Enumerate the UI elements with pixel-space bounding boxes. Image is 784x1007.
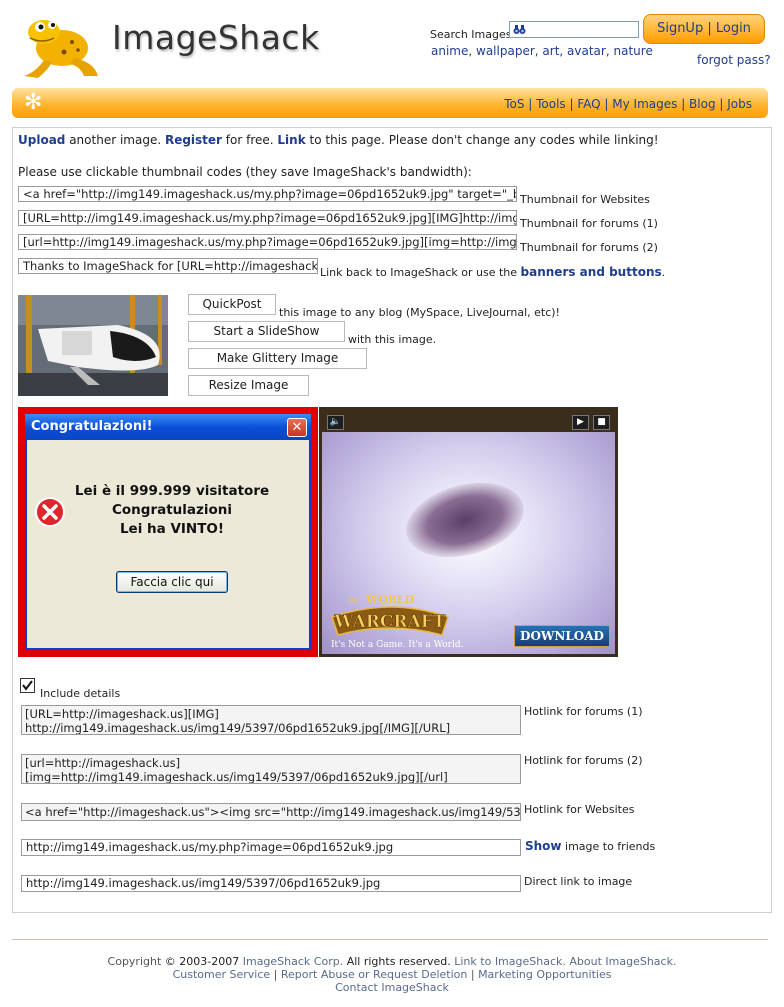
binoculars-icon xyxy=(513,25,526,34)
thumb-code-forums1-label: Thumbnail for forums (1) xyxy=(520,217,658,230)
link-to-imageshack-link[interactable]: Link to ImageShack. xyxy=(454,955,566,968)
tag-art-link[interactable]: art xyxy=(542,44,559,58)
star-icon: ✻ xyxy=(24,90,43,115)
marketing-opportunities-link[interactable]: Marketing Opportunities xyxy=(478,968,611,981)
svg-text:OF: OF xyxy=(348,597,359,605)
space-shuttle-image xyxy=(18,295,168,396)
nav-my-images-link[interactable]: My Images xyxy=(612,97,677,111)
quickpost-text: this image to any blog (MySpace, LiveJou… xyxy=(279,306,560,319)
hotlink-websites-field[interactable]: <a href="http://imageshack.us"><img src=… xyxy=(21,803,521,821)
thumb-code-forums1-field[interactable]: [URL=http://img149.imageshack.us/my.php?… xyxy=(18,210,517,226)
include-details-checkbox[interactable] xyxy=(20,678,35,693)
hotlink-forums2-field[interactable]: [url=http://imageshack.us] [img=http://i… xyxy=(21,754,521,784)
signup-login-button[interactable]: SignUp | Login xyxy=(643,14,765,44)
nav-faq-link[interactable]: FAQ xyxy=(577,97,600,111)
slideshow-text: with this image. xyxy=(348,333,437,346)
glittery-image-button[interactable]: Make Glittery Image xyxy=(188,348,367,369)
thumb-code-forums2-label: Thumbnail for forums (2) xyxy=(520,241,658,254)
mute-icon[interactable]: 🔈 xyxy=(327,415,344,430)
svg-text:WORLD: WORLD xyxy=(365,593,415,606)
nav-tos-link[interactable]: ToS xyxy=(504,97,524,111)
hotlink-websites-label: Hotlink for Websites xyxy=(524,803,635,816)
include-details-label: Include details xyxy=(40,687,121,700)
show-link-field[interactable]: http://img149.imageshack.us/my.php?image… xyxy=(21,839,521,856)
world-of-warcraft-logo: WORLD OF WARCRAFT xyxy=(331,593,449,636)
footer-divider xyxy=(12,939,768,940)
dialog-title: Congratulazioni! xyxy=(31,419,153,434)
forgot-password-link[interactable]: forgot pass? xyxy=(697,53,771,67)
thanks-code-field[interactable]: Thanks to ImageShack for [URL=http://ima… xyxy=(18,258,318,274)
brand-title[interactable]: ImageShack xyxy=(112,18,320,57)
thumbnail-instructions: Please use clickable thumbnail codes (th… xyxy=(18,165,472,179)
link-link[interactable]: Link xyxy=(277,133,305,147)
footer: Copyright © 2003-2007 ImageShack Corp. A… xyxy=(107,955,677,994)
intro-line: Upload another image. Register for free.… xyxy=(18,133,659,147)
hotlink-forums1-label: Hotlink for forums (1) xyxy=(524,705,643,718)
show-link[interactable]: Show xyxy=(525,839,562,853)
contact-imageshack-link[interactable]: Contact ImageShack xyxy=(335,981,449,994)
nav-jobs-link[interactable]: Jobs xyxy=(727,97,752,111)
banners-buttons-link[interactable]: banners and buttons xyxy=(521,265,662,279)
ad-download-button[interactable]: DOWNLOAD xyxy=(514,625,610,647)
about-imageshack-link[interactable]: About ImageShack. xyxy=(569,955,676,968)
stop-icon[interactable]: ■ xyxy=(593,415,610,430)
imageshack-corp-link[interactable]: ImageShack Corp. xyxy=(243,955,343,968)
nav-blog-link[interactable]: Blog xyxy=(689,97,716,111)
search-input[interactable] xyxy=(509,21,639,38)
dialog-close-icon[interactable]: ✕ xyxy=(287,418,307,437)
show-link-label: Show image to friends xyxy=(525,839,656,853)
customer-service-link[interactable]: Customer Service xyxy=(173,968,271,981)
hotlink-forums2-label: Hotlink for forums (2) xyxy=(524,754,643,767)
checkmark-icon xyxy=(22,680,33,691)
search-tag-links: anime, wallpaper, art, avatar, nature xyxy=(431,44,653,58)
dialog-message: Lei è il 999.999 visitatore Congratulazi… xyxy=(74,483,270,537)
ad-tagline: It's Not a Game. It's a World. xyxy=(331,640,464,650)
register-link[interactable]: Register xyxy=(165,133,222,147)
tag-anime-link[interactable]: anime xyxy=(431,44,468,58)
play-icon[interactable]: ▶ xyxy=(572,415,589,430)
resize-image-button[interactable]: Resize Image xyxy=(188,375,309,396)
search-label: Search Images: xyxy=(430,28,516,41)
nav-tools-link[interactable]: Tools xyxy=(536,97,566,111)
thumb-code-forums2-field[interactable]: [url=http://img149.imageshack.us/my.php?… xyxy=(18,234,517,250)
dialog-click-button[interactable]: Faccia clic qui xyxy=(116,571,228,593)
link-back-text: Link back to ImageShack or use the banne… xyxy=(320,265,666,279)
quickpost-button[interactable]: QuickPost xyxy=(188,294,276,315)
tag-wallpaper-link[interactable]: wallpaper xyxy=(476,44,535,58)
frog-logo-icon[interactable] xyxy=(14,10,102,84)
thumb-code-websites-label: Thumbnail for Websites xyxy=(520,193,650,206)
uploaded-image-thumbnail[interactable] xyxy=(18,295,168,396)
svg-text:WARCRAFT: WARCRAFT xyxy=(334,612,446,632)
thumb-code-websites-field[interactable]: <a href="http://img149.imageshack.us/my.… xyxy=(18,186,517,202)
upload-link[interactable]: Upload xyxy=(18,133,65,147)
direct-link-label: Direct link to image xyxy=(524,875,633,888)
direct-link-field[interactable]: http://img149.imageshack.us/img149/5397/… xyxy=(21,875,521,892)
tag-nature-link[interactable]: nature xyxy=(614,44,653,58)
tag-avatar-link[interactable]: avatar xyxy=(567,44,606,58)
nav-links: ToS | Tools | FAQ | My Images | Blog | J… xyxy=(504,97,752,111)
hotlink-forums1-field[interactable]: [URL=http://imageshack.us][IMG] http://i… xyxy=(21,705,521,735)
slideshow-button[interactable]: Start a SlideShow xyxy=(188,321,345,342)
report-abuse-link[interactable]: Report Abuse or Request Deletion xyxy=(281,968,468,981)
